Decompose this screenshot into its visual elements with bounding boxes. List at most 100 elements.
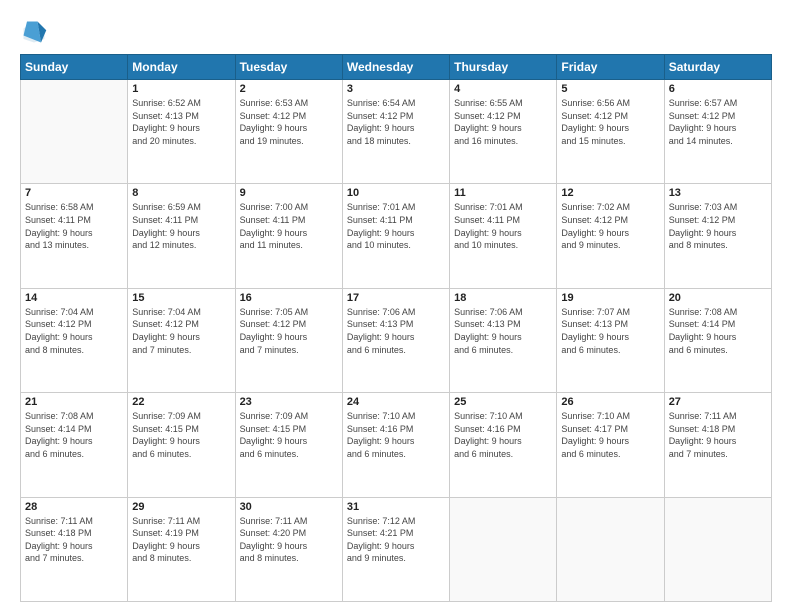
- day-number: 2: [240, 83, 338, 95]
- day-number: 11: [454, 187, 552, 199]
- day-info: Sunrise: 7:08 AMSunset: 4:14 PMDaylight:…: [25, 410, 123, 460]
- day-number: 15: [132, 292, 230, 304]
- day-number: 3: [347, 83, 445, 95]
- day-info: Sunrise: 7:02 AMSunset: 4:12 PMDaylight:…: [561, 201, 659, 251]
- logo-icon: [20, 18, 48, 46]
- day-info: Sunrise: 7:10 AMSunset: 4:17 PMDaylight:…: [561, 410, 659, 460]
- calendar-cell: 1 Sunrise: 6:52 AMSunset: 4:13 PMDaylight…: [128, 80, 235, 184]
- calendar-cell: 19Sunrise: 7:07 AMSunset: 4:13 PMDayligh…: [557, 288, 664, 392]
- day-info: Sunrise: 6:58 AMSunset: 4:11 PMDaylight:…: [25, 201, 123, 251]
- day-info: Sunrise: 7:03 AMSunset: 4:12 PMDaylight:…: [669, 201, 767, 251]
- day-info: Sunrise: 7:10 AMSunset: 4:16 PMDaylight:…: [347, 410, 445, 460]
- weekday-header-tuesday: Tuesday: [235, 55, 342, 80]
- day-info: Sunrise: 6:56 AMSunset: 4:12 PMDaylight:…: [561, 97, 659, 147]
- weekday-header-monday: Monday: [128, 55, 235, 80]
- day-number: 29: [132, 501, 230, 513]
- day-info: Sunrise: 7:08 AMSunset: 4:14 PMDaylight:…: [669, 306, 767, 356]
- calendar-cell: 28 Sunrise: 7:11 AMSunset: 4:18 PMDayligh…: [21, 497, 128, 601]
- calendar-cell: 25 Sunrise: 7:10 AMSunset: 4:16 PMDayligh…: [450, 393, 557, 497]
- calendar-cell: 24 Sunrise: 7:10 AMSunset: 4:16 PMDayligh…: [342, 393, 449, 497]
- day-number: 27: [669, 396, 767, 408]
- calendar-cell: 10 Sunrise: 7:01 AMSunset: 4:11 PMDayligh…: [342, 184, 449, 288]
- day-number: 26: [561, 396, 659, 408]
- day-info: Sunrise: 7:01 AMSunset: 4:11 PMDaylight:…: [454, 201, 552, 251]
- calendar-cell: 7 Sunrise: 6:58 AMSunset: 4:11 PMDaylight…: [21, 184, 128, 288]
- calendar-cell: 12 Sunrise: 7:02 AMSunset: 4:12 PMDayligh…: [557, 184, 664, 288]
- calendar-cell: 31Sunrise: 7:12 AMSunset: 4:21 PMDayligh…: [342, 497, 449, 601]
- day-number: 7: [25, 187, 123, 199]
- calendar-week-row: 1 Sunrise: 6:52 AMSunset: 4:13 PMDaylight…: [21, 80, 772, 184]
- calendar-table: SundayMondayTuesdayWednesdayThursdayFrid…: [20, 54, 772, 602]
- calendar-cell: [557, 497, 664, 601]
- day-info: Sunrise: 6:55 AMSunset: 4:12 PMDaylight:…: [454, 97, 552, 147]
- weekday-header-saturday: Saturday: [664, 55, 771, 80]
- day-number: 4: [454, 83, 552, 95]
- day-info: Sunrise: 7:10 AMSunset: 4:16 PMDaylight:…: [454, 410, 552, 460]
- calendar-cell: 29 Sunrise: 7:11 AMSunset: 4:19 PMDayligh…: [128, 497, 235, 601]
- day-number: 6: [669, 83, 767, 95]
- day-number: 14: [25, 292, 123, 304]
- day-number: 21: [25, 396, 123, 408]
- calendar-week-row: 14 Sunrise: 7:04 AMSunset: 4:12 PMDayligh…: [21, 288, 772, 392]
- weekday-header-row: SundayMondayTuesdayWednesdayThursdayFrid…: [21, 55, 772, 80]
- calendar-cell: 9 Sunrise: 7:00 AMSunset: 4:11 PMDaylight…: [235, 184, 342, 288]
- calendar-cell: [21, 80, 128, 184]
- day-number: 30: [240, 501, 338, 513]
- calendar-cell: 30 Sunrise: 7:11 AMSunset: 4:20 PMDayligh…: [235, 497, 342, 601]
- calendar-cell: 16 Sunrise: 7:05 AMSunset: 4:12 PMDayligh…: [235, 288, 342, 392]
- calendar-cell: 20Sunrise: 7:08 AMSunset: 4:14 PMDayligh…: [664, 288, 771, 392]
- logo: [20, 18, 52, 46]
- day-number: 10: [347, 187, 445, 199]
- day-info: Sunrise: 7:11 AMSunset: 4:19 PMDaylight:…: [132, 515, 230, 565]
- calendar-cell: [664, 497, 771, 601]
- day-info: Sunrise: 6:54 AMSunset: 4:12 PMDaylight:…: [347, 97, 445, 147]
- day-info: Sunrise: 7:06 AMSunset: 4:13 PMDaylight:…: [347, 306, 445, 356]
- day-info: Sunrise: 7:05 AMSunset: 4:12 PMDaylight:…: [240, 306, 338, 356]
- calendar-cell: 2Sunrise: 6:53 AMSunset: 4:12 PMDaylight…: [235, 80, 342, 184]
- day-number: 23: [240, 396, 338, 408]
- calendar-week-row: 7 Sunrise: 6:58 AMSunset: 4:11 PMDaylight…: [21, 184, 772, 288]
- day-number: 17: [347, 292, 445, 304]
- day-info: Sunrise: 7:11 AMSunset: 4:20 PMDaylight:…: [240, 515, 338, 565]
- calendar-cell: 8Sunrise: 6:59 AMSunset: 4:11 PMDaylight…: [128, 184, 235, 288]
- day-info: Sunrise: 7:12 AMSunset: 4:21 PMDaylight:…: [347, 515, 445, 565]
- day-info: Sunrise: 7:09 AMSunset: 4:15 PMDaylight:…: [240, 410, 338, 460]
- day-info: Sunrise: 6:59 AMSunset: 4:11 PMDaylight:…: [132, 201, 230, 251]
- calendar-cell: 15 Sunrise: 7:04 AMSunset: 4:12 PMDayligh…: [128, 288, 235, 392]
- day-number: 16: [240, 292, 338, 304]
- day-info: Sunrise: 7:11 AMSunset: 4:18 PMDaylight:…: [25, 515, 123, 565]
- day-number: 12: [561, 187, 659, 199]
- calendar-cell: 26 Sunrise: 7:10 AMSunset: 4:17 PMDayligh…: [557, 393, 664, 497]
- day-number: 25: [454, 396, 552, 408]
- calendar-cell: 6Sunrise: 6:57 AMSunset: 4:12 PMDaylight…: [664, 80, 771, 184]
- day-number: 24: [347, 396, 445, 408]
- day-number: 28: [25, 501, 123, 513]
- calendar-cell: 13 Sunrise: 7:03 AMSunset: 4:12 PMDayligh…: [664, 184, 771, 288]
- day-number: 13: [669, 187, 767, 199]
- day-info: Sunrise: 7:09 AMSunset: 4:15 PMDaylight:…: [132, 410, 230, 460]
- calendar-week-row: 21 Sunrise: 7:08 AMSunset: 4:14 PMDayligh…: [21, 393, 772, 497]
- calendar-cell: 22 Sunrise: 7:09 AMSunset: 4:15 PMDayligh…: [128, 393, 235, 497]
- day-info: Sunrise: 6:52 AMSunset: 4:13 PMDaylight:…: [132, 97, 230, 147]
- calendar-cell: 17 Sunrise: 7:06 AMSunset: 4:13 PMDayligh…: [342, 288, 449, 392]
- day-number: 9: [240, 187, 338, 199]
- weekday-header-wednesday: Wednesday: [342, 55, 449, 80]
- day-info: Sunrise: 7:07 AMSunset: 4:13 PMDaylight:…: [561, 306, 659, 356]
- calendar-cell: 18Sunrise: 7:06 AMSunset: 4:13 PMDayligh…: [450, 288, 557, 392]
- calendar-cell: 23 Sunrise: 7:09 AMSunset: 4:15 PMDayligh…: [235, 393, 342, 497]
- day-number: 18: [454, 292, 552, 304]
- day-number: 1: [132, 83, 230, 95]
- calendar-cell: 4 Sunrise: 6:55 AMSunset: 4:12 PMDaylight…: [450, 80, 557, 184]
- weekday-header-thursday: Thursday: [450, 55, 557, 80]
- calendar-week-row: 28 Sunrise: 7:11 AMSunset: 4:18 PMDayligh…: [21, 497, 772, 601]
- calendar-cell: [450, 497, 557, 601]
- day-number: 22: [132, 396, 230, 408]
- day-number: 5: [561, 83, 659, 95]
- page: SundayMondayTuesdayWednesdayThursdayFrid…: [0, 0, 792, 612]
- day-info: Sunrise: 7:01 AMSunset: 4:11 PMDaylight:…: [347, 201, 445, 251]
- day-info: Sunrise: 7:04 AMSunset: 4:12 PMDaylight:…: [132, 306, 230, 356]
- calendar-cell: 11 Sunrise: 7:01 AMSunset: 4:11 PMDayligh…: [450, 184, 557, 288]
- weekday-header-friday: Friday: [557, 55, 664, 80]
- weekday-header-sunday: Sunday: [21, 55, 128, 80]
- day-info: Sunrise: 7:00 AMSunset: 4:11 PMDaylight:…: [240, 201, 338, 251]
